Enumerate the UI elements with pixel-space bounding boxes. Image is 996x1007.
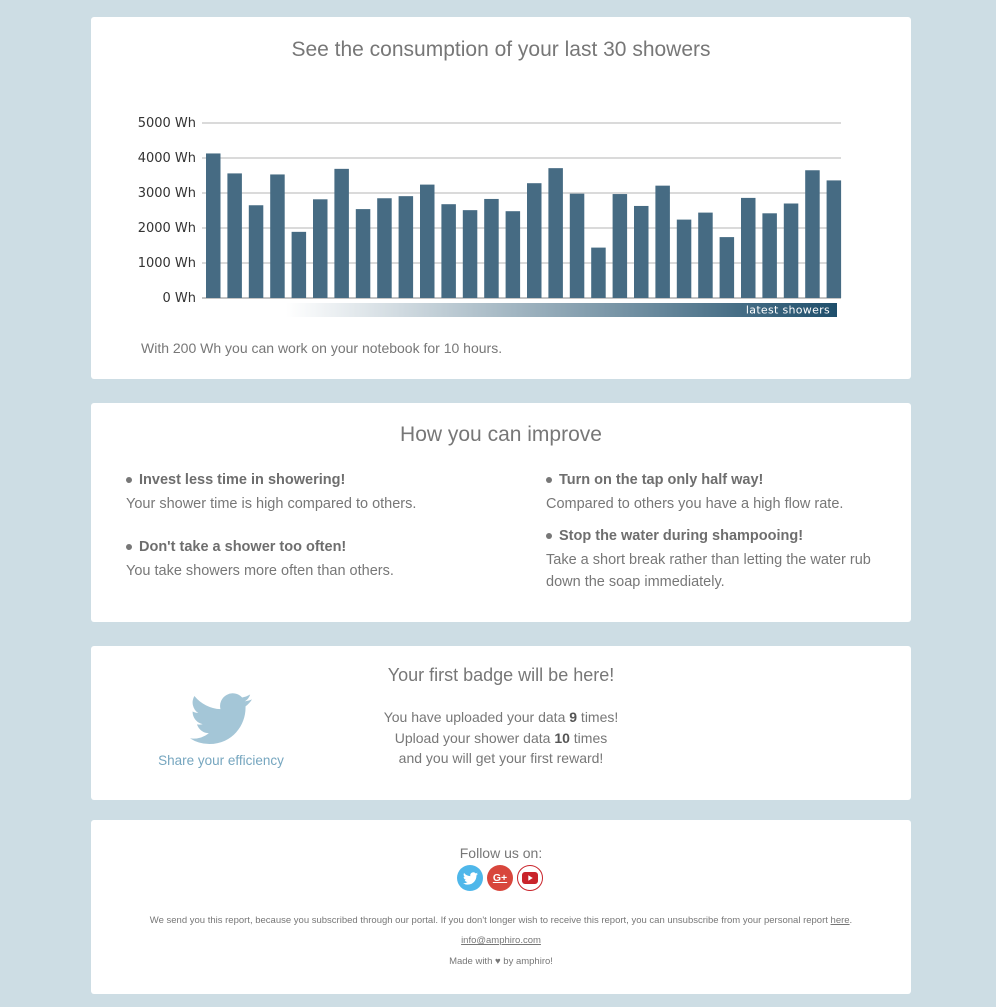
tip-text: You take showers more often than others.	[126, 563, 394, 579]
twitter-icon[interactable]	[457, 865, 483, 891]
shower-bar	[420, 184, 435, 298]
shower-bar	[612, 194, 628, 298]
badge-line3: and you will get your first reward!	[398, 750, 604, 766]
tip-shampooing: Stop the water during shampooing! Take a…	[546, 526, 876, 593]
bullet-icon	[126, 544, 132, 550]
badge-card: Your first badge will be here! Share you…	[91, 646, 911, 800]
consumption-card: See the consumption of your last 30 show…	[91, 17, 911, 379]
shower-bar	[334, 168, 349, 298]
y-tick-label: 5000 Wh	[138, 116, 196, 131]
shower-bar	[741, 197, 756, 298]
consumption-bar-chart: 0 Wh1000 Wh2000 Wh3000 Wh4000 Wh5000 Wh …	[138, 116, 842, 317]
tip-heading: Don't take a shower too often!	[139, 539, 347, 555]
badge-line2-pre: Upload your shower data	[394, 729, 555, 746]
y-tick-label: 2000 Wh	[138, 221, 196, 236]
shower-bar	[826, 180, 842, 298]
y-tick-label: 3000 Wh	[138, 186, 196, 201]
shower-bar	[548, 168, 563, 298]
bullet-icon	[126, 477, 132, 483]
tip-shower-time: Invest less time in showering! Your show…	[126, 470, 456, 515]
shower-bar	[355, 209, 371, 298]
y-tick-label: 1000 Wh	[138, 256, 196, 271]
tip-shower-frequency: Don't take a shower too often! You take …	[126, 537, 456, 582]
bullet-icon	[546, 533, 552, 539]
upload-target: 10	[554, 729, 570, 746]
unsubscribe-end: .	[849, 915, 853, 926]
google-plus-glyph: G+	[492, 872, 508, 884]
share-efficiency-link[interactable]: Share your efficiency	[149, 753, 293, 768]
twitter-bird-icon[interactable]	[190, 692, 252, 746]
badge-line2-post: times	[569, 729, 608, 746]
made-with-line: Made with ♥ by amphiro!	[91, 956, 911, 967]
shower-bar	[655, 185, 670, 298]
improve-card: How you can improve Invest less time in …	[91, 403, 911, 622]
made-with-post: by amphiro!	[500, 956, 553, 967]
shower-bar	[270, 174, 285, 298]
tip-heading: Invest less time in showering!	[139, 472, 346, 488]
shower-bar	[227, 173, 242, 298]
unsubscribe-notice: We send you this report, because you sub…	[91, 915, 911, 926]
unsubscribe-link[interactable]: here	[831, 915, 850, 926]
improve-title: How you can improve	[400, 423, 602, 446]
shower-bar	[569, 193, 585, 298]
shower-bar	[805, 170, 820, 298]
shower-bar	[762, 213, 777, 298]
tip-text: Compared to others you have a high flow …	[546, 496, 844, 512]
shower-bar	[505, 211, 521, 298]
energy-equivalence-note: With 200 Wh you can work on your noteboo…	[141, 340, 503, 356]
shower-bar	[698, 212, 713, 298]
badge-line1-pre: You have uploaded your data	[383, 709, 570, 725]
shower-bar	[441, 204, 456, 298]
upload-count: 9	[569, 709, 578, 725]
badge-line1-post: times!	[577, 709, 619, 725]
shower-bar	[291, 231, 307, 298]
google-plus-icon[interactable]: G+	[487, 865, 513, 891]
tip-flow-rate: Turn on the tap only half way! Compared …	[546, 470, 876, 515]
shower-bar	[484, 198, 499, 298]
y-tick-label: 4000 Wh	[138, 151, 196, 166]
unsubscribe-text: We send you this report, because you sub…	[149, 915, 831, 926]
tip-text: Take a short break rather than letting t…	[546, 552, 871, 590]
shower-bar	[313, 199, 328, 298]
badge-progress-text: You have uploaded your data 9 times! Upl…	[341, 707, 661, 769]
shower-bar	[783, 203, 799, 298]
shower-bar	[591, 247, 606, 298]
bullet-icon	[546, 477, 552, 483]
shower-bar	[377, 198, 392, 298]
y-tick-label: 0 Wh	[163, 291, 197, 306]
social-links: G+	[457, 865, 543, 891]
made-with-pre: Made with	[449, 956, 495, 967]
follow-us-label: Follow us on:	[459, 845, 543, 861]
share-block[interactable]: Share your efficiency	[149, 692, 293, 768]
email-link[interactable]: info@amphiro.com	[461, 935, 541, 946]
shower-bar	[206, 153, 221, 298]
shower-bar	[527, 183, 542, 298]
latest-showers-label: latest showers	[746, 304, 830, 317]
youtube-icon[interactable]	[517, 865, 543, 891]
shower-bar	[634, 205, 649, 298]
tip-text: Your shower time is high compared to oth…	[126, 496, 417, 512]
tip-heading: Stop the water during shampooing!	[559, 528, 804, 544]
badge-title: Your first badge will be here!	[387, 665, 615, 685]
shower-bar	[676, 219, 692, 298]
shower-bar	[398, 196, 414, 298]
shower-bar	[248, 205, 264, 298]
shower-bar	[462, 210, 478, 298]
shower-bar	[719, 237, 735, 298]
email-line: info@amphiro.com	[91, 935, 911, 946]
footer-card: Follow us on: G+ We send you this report…	[91, 820, 911, 994]
tip-heading: Turn on the tap only half way!	[559, 472, 764, 488]
